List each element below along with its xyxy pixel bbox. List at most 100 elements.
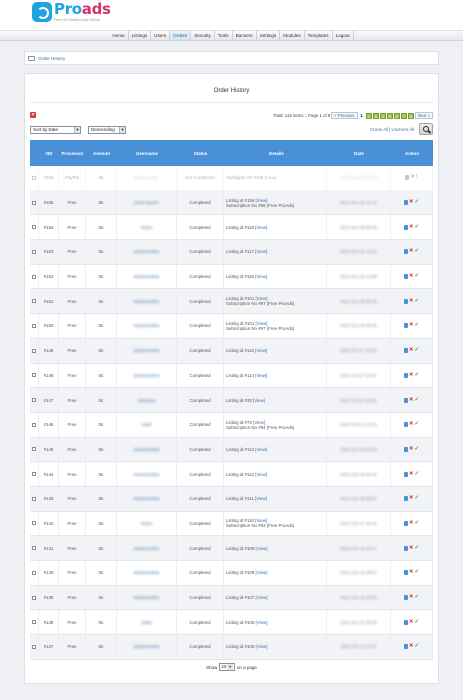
username-link[interactable]: mdeli — [141, 620, 152, 625]
info-icon[interactable]: ! — [416, 175, 418, 181]
edit-icon[interactable] — [403, 348, 408, 354]
username-link[interactable]: ssssinvcolme — [133, 348, 159, 353]
nav-item-orders[interactable]: Orders — [170, 31, 192, 40]
delete-icon[interactable]: ✕ — [409, 520, 414, 526]
row-checkbox[interactable] — [32, 570, 36, 575]
approve-icon[interactable]: ✓ — [415, 323, 420, 329]
column-header[interactable]: Details — [224, 140, 327, 166]
approve-icon[interactable]: ✓ — [415, 298, 420, 304]
nav-item-templates[interactable]: Templates — [305, 31, 333, 40]
delete-icon[interactable]: ✕ — [409, 347, 414, 353]
approve-icon[interactable]: ✓ — [415, 570, 420, 576]
edit-icon[interactable] — [403, 446, 408, 452]
edit-icon[interactable] — [403, 496, 408, 502]
delete-icon[interactable]: ✕ — [409, 249, 414, 255]
delete-icon[interactable]: ✕ — [409, 323, 414, 329]
row-checkbox[interactable] — [32, 348, 36, 353]
view-link[interactable]: [View] — [256, 198, 268, 203]
view-link[interactable]: [View] — [253, 420, 265, 425]
nav-item-settings[interactable]: Settings — [257, 31, 281, 40]
username-link[interactable]: mecobuy — [138, 398, 156, 403]
approve-icon[interactable]: ✓ — [415, 421, 420, 427]
view-link[interactable]: [View] — [255, 447, 267, 452]
page-link[interactable]: 8 — [407, 112, 414, 119]
breadcrumb-link[interactable]: Order History — [38, 56, 65, 61]
edit-icon[interactable] — [403, 397, 408, 403]
edit-icon[interactable] — [403, 323, 408, 329]
username-link[interactable]: ssssinvcolme — [133, 570, 159, 575]
row-checkbox[interactable] — [32, 175, 36, 180]
delete-icon[interactable]: ✕ — [409, 644, 414, 650]
nav-item-tools[interactable]: Tools — [215, 31, 233, 40]
per-page-select[interactable]: 20 ▼ — [219, 663, 235, 671]
delete-icon[interactable]: ✕ — [409, 471, 414, 477]
page-link[interactable]: 7 — [400, 112, 407, 119]
delete-icon[interactable]: ✕ — [409, 199, 414, 205]
row-checkbox[interactable] — [32, 249, 36, 254]
edit-icon[interactable] — [403, 644, 408, 650]
row-checkbox[interactable] — [32, 323, 36, 328]
delete-icon[interactable]: ✕ — [409, 397, 414, 403]
delete-icon[interactable]: ✕ — [409, 273, 414, 279]
username-link[interactable]: ssssinvcolme — [133, 447, 159, 452]
nav-item-listings[interactable]: Listings — [129, 31, 152, 40]
approve-icon[interactable]: ✓ — [415, 545, 420, 551]
next-page-button[interactable]: Next » — [414, 112, 433, 119]
nav-item-logout[interactable]: Logout — [333, 31, 354, 40]
username-link[interactable]: ssssinvcolme — [133, 496, 159, 501]
delete-icon[interactable]: ✕ — [409, 619, 414, 625]
logo[interactable]: Proads Free Ht Classified Ads Online — [32, 2, 111, 22]
edit-icon[interactable] — [403, 595, 408, 601]
edit-icon[interactable] — [403, 471, 408, 477]
approve-icon[interactable]: ✓ — [415, 273, 420, 279]
view-link[interactable]: [View] — [255, 249, 267, 254]
username-link[interactable]: ssssinvcolme — [133, 274, 159, 279]
delete-icon[interactable]: ✕ — [409, 496, 414, 502]
view-link[interactable]: [View] — [253, 398, 265, 403]
nav-item-security[interactable]: Security — [191, 31, 215, 40]
approve-icon[interactable]: ✓ — [415, 199, 420, 205]
username-link[interactable]: mdeli — [141, 422, 152, 427]
view-link[interactable]: [View] — [256, 620, 268, 625]
check-all-links[interactable]: Check All | Uncheck All — [370, 127, 414, 132]
username-link[interactable]: ssssinvcolme — [133, 323, 159, 328]
view-link[interactable]: [View] — [255, 373, 267, 378]
row-checkbox[interactable] — [32, 447, 36, 452]
approve-icon[interactable]: ✓ — [415, 594, 420, 600]
username-link[interactable]: lorem ipsum — [135, 200, 159, 205]
approve-icon[interactable]: ✓ — [415, 520, 420, 526]
column-header[interactable]: Status — [177, 140, 224, 166]
nav-item-users[interactable]: Users — [151, 31, 171, 40]
sort-by-select[interactable]: Sort by Date ▼ — [30, 126, 81, 134]
delete-icon[interactable]: ✕ — [409, 298, 414, 304]
page-link[interactable]: 6 — [393, 112, 400, 119]
row-checkbox[interactable] — [32, 620, 36, 625]
row-checkbox[interactable] — [32, 644, 36, 649]
approve-icon[interactable]: ✓ — [415, 347, 420, 353]
row-checkbox[interactable] — [32, 472, 36, 477]
view-link[interactable]: [View] — [255, 274, 267, 279]
edit-icon[interactable] — [403, 372, 408, 378]
edit-icon[interactable] — [403, 619, 408, 625]
delete-icon[interactable]: ✕ — [409, 224, 414, 230]
page-link[interactable]: 3 — [372, 112, 379, 119]
row-checkbox[interactable] — [32, 225, 36, 230]
row-checkbox[interactable] — [32, 274, 36, 279]
view-link[interactable]: [View] — [255, 472, 267, 477]
view-link[interactable]: [View] — [255, 496, 267, 501]
view-link[interactable]: [View] — [255, 225, 267, 230]
row-checkbox[interactable] — [32, 521, 36, 526]
column-header[interactable]: Action — [391, 140, 433, 166]
row-checkbox[interactable] — [32, 200, 36, 205]
view-link[interactable]: [View] — [256, 595, 268, 600]
column-header[interactable]: Date — [327, 140, 391, 166]
approve-icon[interactable]: ✓ — [415, 644, 420, 650]
search-button[interactable] — [419, 123, 433, 135]
page-link[interactable]: 5 — [386, 112, 393, 119]
sort-order-select[interactable]: Descending ▼ — [88, 126, 126, 134]
edit-icon[interactable] — [403, 570, 408, 576]
username-link[interactable]: ssssinvcolme — [133, 546, 159, 551]
approve-icon[interactable]: ✓ — [415, 397, 420, 403]
approve-icon[interactable]: ✓ — [415, 372, 420, 378]
column-header[interactable]: Username — [117, 140, 177, 166]
